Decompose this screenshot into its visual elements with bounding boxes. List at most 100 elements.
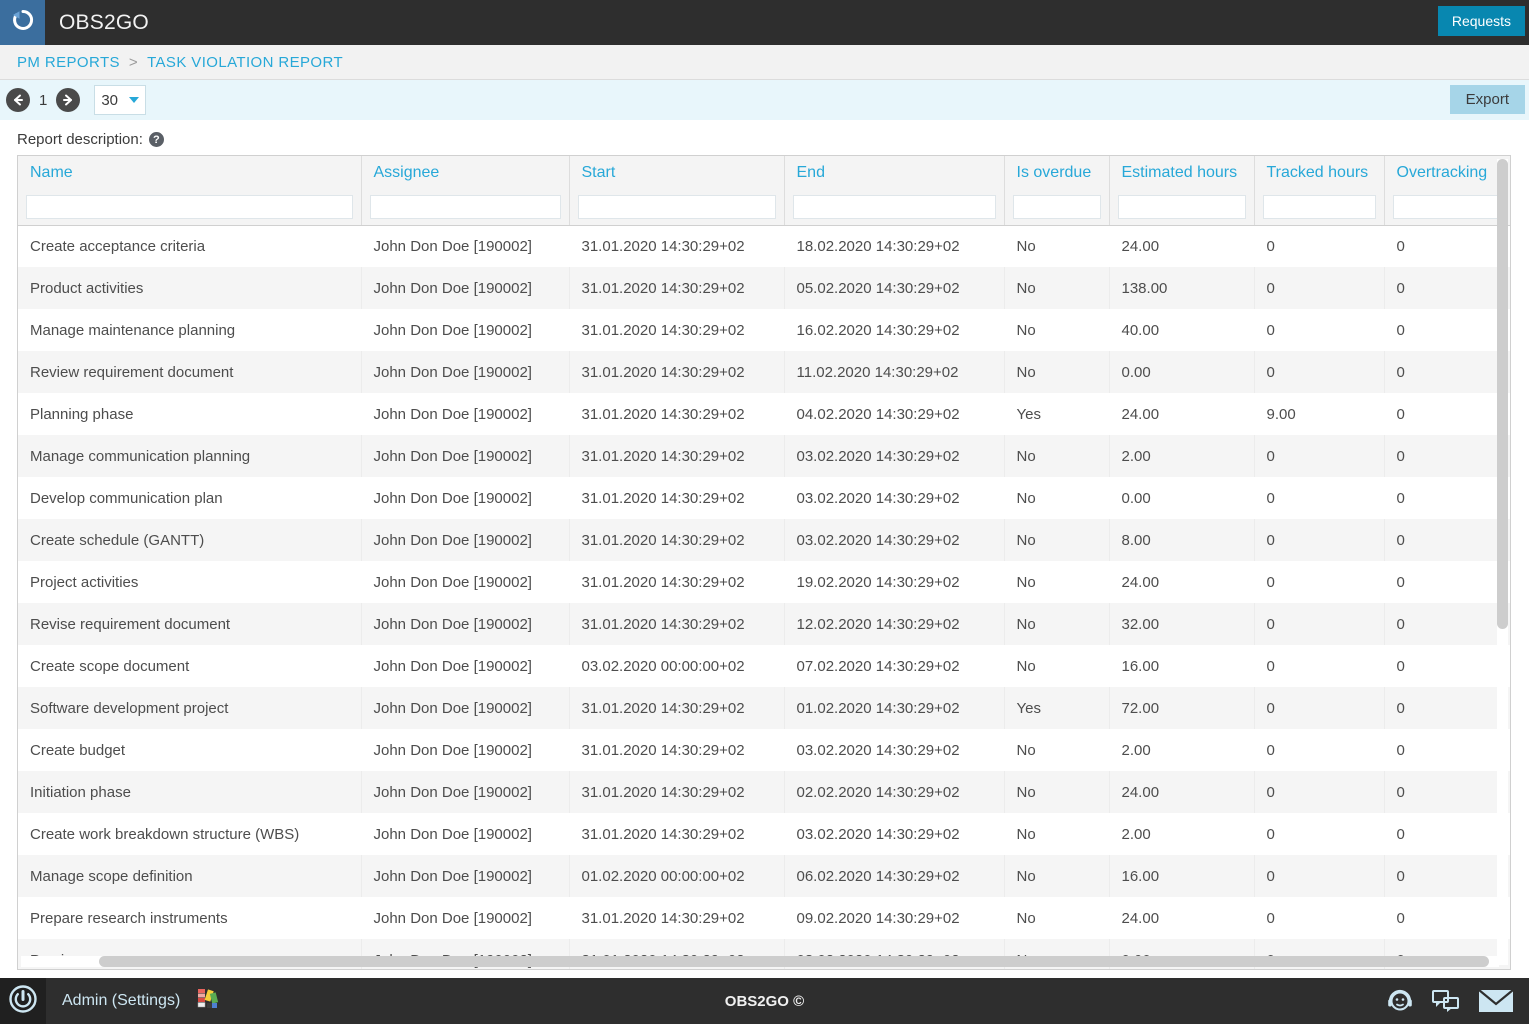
- table-cell: Develop communication plan: [30, 489, 223, 507]
- vertical-scrollbar-thumb[interactable]: [1497, 159, 1508, 629]
- chevron-down-icon: [129, 97, 140, 103]
- table-cell: 0: [1254, 855, 1385, 897]
- filter-input-end[interactable]: [792, 194, 996, 219]
- breadcrumb: PM REPORTS > TASK VIOLATION REPORT: [0, 45, 1529, 80]
- next-page-button[interactable]: [56, 88, 81, 112]
- question-mark-icon[interactable]: ?: [148, 132, 164, 147]
- column-header-overtracking[interactable]: Overtracking: [1384, 156, 1510, 189]
- color-palette-icon[interactable]: [196, 986, 222, 1017]
- table-cell: John Don Doe [190002]: [373, 237, 532, 255]
- table-cell: 03.02.2020 14:30:29+02: [796, 825, 960, 843]
- column-header-estimated-hours[interactable]: Estimated hours: [1109, 156, 1255, 189]
- column-header-assignee[interactable]: Assignee: [361, 156, 570, 189]
- table-row[interactable]: Planning phase John Don Doe [190002] 31.01…: [18, 393, 1510, 435]
- table-row[interactable]: Manage communication planning John Don Do…: [18, 435, 1510, 477]
- table-cell: 24.00: [1121, 573, 1160, 591]
- app-logo[interactable]: [0, 0, 45, 45]
- table-cell: 16.00: [1109, 855, 1255, 897]
- table-row[interactable]: Develop communication plan John Don Doe […: [18, 477, 1510, 519]
- table-cell: 9.00: [1266, 405, 1296, 423]
- filter-input-assignee[interactable]: [369, 194, 561, 219]
- chat-bubbles-icon[interactable]: [1431, 988, 1461, 1014]
- table-cell: 0.00: [1109, 351, 1255, 393]
- table-cell: 0: [1396, 741, 1405, 759]
- table-row[interactable]: Create work breakdown structure (WBS) Joh…: [18, 813, 1510, 855]
- column-header-is-overdue[interactable]: Is overdue: [1004, 156, 1110, 189]
- table-cell: Yes: [1016, 405, 1041, 423]
- table-cell: 0: [1396, 657, 1405, 675]
- breadcrumb-item-pm-reports[interactable]: PM REPORTS: [17, 54, 120, 71]
- page-size-select[interactable]: 30: [94, 85, 147, 115]
- table-cell: 0: [1384, 687, 1510, 729]
- table-cell: Create schedule (GANTT): [18, 519, 362, 561]
- table-cell: No: [1004, 603, 1110, 645]
- table-cell: Planning phase: [30, 405, 134, 423]
- breadcrumb-item-task-violation-report[interactable]: TASK VIOLATION REPORT: [147, 54, 343, 71]
- table-cell: 8.00: [1109, 519, 1255, 561]
- table-filter-row: [18, 189, 1510, 226]
- vertical-scrollbar[interactable]: [1497, 159, 1508, 965]
- table-cell: 31.01.2020 14:30:29+02: [569, 687, 785, 729]
- filter-input-start[interactable]: [577, 194, 776, 219]
- report-description-label: Report description:: [17, 131, 143, 148]
- table-cell: 0: [1396, 405, 1405, 423]
- table-cell: 31.01.2020 14:30:29+02: [581, 489, 745, 507]
- table-cell: John Don Doe [190002]: [361, 435, 570, 477]
- table-cell: 0: [1254, 435, 1385, 477]
- column-header-end[interactable]: End: [784, 156, 1005, 189]
- filter-input-estimated-hours[interactable]: [1117, 194, 1246, 219]
- table-row[interactable]: Prepare research instruments John Don Doe…: [18, 897, 1510, 939]
- filter-input-overtracking[interactable]: [1392, 194, 1502, 219]
- table-cell: No: [1016, 909, 1036, 927]
- table-cell: 05.02.2020 14:30:29+02: [784, 267, 1005, 309]
- table-row[interactable]: Product activities John Don Doe [190002] 3…: [18, 267, 1510, 309]
- arrow-left-circle-icon: [10, 92, 26, 108]
- envelope-icon[interactable]: [1477, 987, 1515, 1015]
- filter-input-tracked-hours[interactable]: [1262, 194, 1376, 219]
- table-row[interactable]: Software development project John Don Doe…: [18, 687, 1510, 729]
- table-cell: John Don Doe [190002]: [373, 741, 532, 759]
- filter-input-name[interactable]: [26, 194, 353, 219]
- table-cell: No: [1004, 435, 1110, 477]
- table-row[interactable]: Revise requirement document John Don Doe …: [18, 603, 1510, 645]
- table-row[interactable]: Create budget John Don Doe [190002] 31.01.…: [18, 729, 1510, 771]
- requests-button[interactable]: Requests: [1437, 6, 1525, 36]
- table-cell: 2.00: [1121, 825, 1151, 843]
- export-button[interactable]: Export: [1449, 85, 1525, 114]
- table-cell: 0: [1266, 741, 1275, 759]
- filter-input-is-overdue[interactable]: [1012, 194, 1101, 219]
- table-cell: 12.02.2020 14:30:29+02: [784, 603, 1005, 645]
- table-row[interactable]: Create acceptance criteria John Don Doe […: [18, 225, 1510, 267]
- table-row[interactable]: Manage scope definition John Don Doe [190…: [18, 855, 1510, 897]
- table-cell: 0: [1396, 573, 1405, 591]
- logout-button[interactable]: [0, 978, 46, 1024]
- table-cell: 0: [1384, 267, 1510, 309]
- column-header-tracked-hours[interactable]: Tracked hours: [1254, 156, 1385, 189]
- table-cell: 02.02.2020 14:30:29+02: [784, 771, 1005, 813]
- table-cell: 2.00: [1121, 741, 1151, 759]
- table-cell: Product activities: [18, 267, 362, 309]
- headset-support-icon[interactable]: [1385, 986, 1415, 1016]
- prev-page-button[interactable]: [6, 88, 30, 112]
- table-row[interactable]: Project activities John Don Doe [190002] 3…: [18, 561, 1510, 603]
- table-row[interactable]: Initiation phase John Don Doe [190002] 31.…: [18, 771, 1510, 813]
- column-header-name[interactable]: Name: [18, 156, 362, 189]
- table-cell: 24.00: [1121, 405, 1160, 423]
- column-header-start[interactable]: Start: [569, 156, 785, 189]
- filter-cell: [1254, 189, 1385, 226]
- table-cell: 24.00: [1121, 909, 1160, 927]
- horizontal-scrollbar-thumb[interactable]: [99, 956, 1489, 967]
- table-cell: 31.01.2020 14:30:29+02: [569, 267, 785, 309]
- admin-settings-link[interactable]: Admin (Settings): [62, 992, 180, 1010]
- table-row[interactable]: Create schedule (GANTT) John Don Doe [190…: [18, 519, 1510, 561]
- table-row[interactable]: Create scope document John Don Doe [19000…: [18, 645, 1510, 687]
- table-row[interactable]: Manage maintenance planning John Don Doe …: [18, 309, 1510, 351]
- table-cell: Software development project: [18, 687, 362, 729]
- table-cell: John Don Doe [190002]: [361, 855, 570, 897]
- table-cell: 31.01.2020 14:30:29+02: [581, 909, 745, 927]
- table-cell: 31.01.2020 14:30:29+02: [569, 771, 785, 813]
- horizontal-scrollbar[interactable]: [21, 956, 1499, 967]
- table-cell: John Don Doe [190002]: [373, 405, 532, 423]
- footer-copyright: OBS2GO ©: [724, 992, 805, 1010]
- table-row[interactable]: Review requirement document John Don Doe …: [18, 351, 1510, 393]
